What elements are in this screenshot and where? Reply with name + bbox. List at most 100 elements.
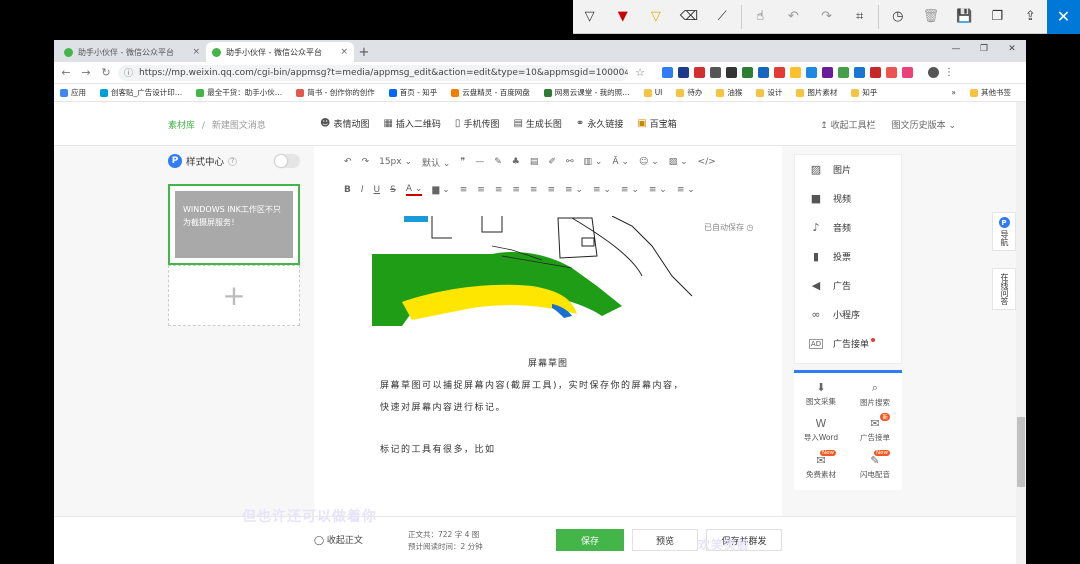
bookmark-item[interactable]: 首页 - 知乎 (388, 87, 437, 98)
float-online-help[interactable]: 在线问答 (992, 268, 1016, 310)
tool-ad-order[interactable]: ✉ 新广告接单 (848, 413, 902, 453)
collapse-toolbar-button[interactable]: ↥ 收起工具栏 (820, 118, 875, 131)
extension-icon[interactable] (710, 67, 721, 78)
insert-ad[interactable]: ◀ 广告 (795, 271, 901, 300)
paragraph[interactable]: 标记的工具有很多，比如 (380, 442, 496, 455)
bookmarks-more[interactable]: » (951, 88, 956, 97)
float-nav[interactable]: P 导航 (992, 212, 1016, 251)
tool-voice-dubbing[interactable]: ✎ New 闪电配音 (848, 449, 902, 490)
tool-emoji-gif[interactable]: ☻ 表情动图 (320, 117, 369, 130)
bookmark-item[interactable]: 简书 - 创作你的创作 (296, 87, 375, 98)
bookmark-folder[interactable]: 待办 (676, 87, 702, 98)
clear-format-icon[interactable]: ♣ (512, 157, 520, 167)
close-icon[interactable]: ✕ (1046, 0, 1080, 34)
code-icon[interactable]: </> (698, 157, 716, 167)
link-icon[interactable]: ⚯ (566, 157, 574, 167)
scrollbar-thumb[interactable] (1017, 417, 1025, 487)
bookmark-star-icon[interactable]: ☆ (632, 66, 648, 79)
redo-icon[interactable]: ↷ (810, 0, 843, 34)
bookmark-folder[interactable]: 图片素材 (796, 87, 837, 98)
bookmark-folder[interactable]: 知乎 (851, 87, 877, 98)
text-style-icon[interactable]: Ā ⌄ (612, 157, 629, 167)
preview-button[interactable]: 预览 (632, 529, 698, 551)
list-icon[interactable]: ≡ (547, 185, 555, 195)
tool-phone-upload[interactable]: ▯ 手机传图 (455, 117, 500, 130)
url-input[interactable]: ⓘ https://mp.weixin.qq.com/cgi-bin/appms… (118, 64, 628, 81)
ordered-list-select[interactable]: ≡ ⌄ (649, 185, 667, 195)
history-icon[interactable]: ◷ (881, 0, 914, 34)
strikethrough-icon[interactable]: S (390, 185, 396, 195)
table-icon[interactable]: ▤ (530, 157, 539, 167)
tool-qrcode[interactable]: ▦ 插入二维码 (383, 117, 440, 130)
back-icon[interactable]: ← (58, 66, 74, 79)
bookmark-item[interactable]: 创客贴_广告设计印… (100, 87, 182, 98)
extension-icon[interactable] (854, 67, 865, 78)
extension-icon[interactable] (678, 67, 689, 78)
undo-icon[interactable]: ↶ (777, 0, 810, 34)
article-card[interactable]: WINDOWS INK工作区不只为截摄屏服务！ (168, 184, 300, 265)
breadcrumb-root[interactable]: 素材库 (168, 121, 195, 131)
bookmark-item[interactable]: 应用 (60, 87, 86, 98)
align-right-icon[interactable]: ≡ (512, 185, 520, 195)
extension-icon[interactable] (870, 67, 881, 78)
collapse-body-toggle[interactable]: ◯ 收起正文 (314, 533, 363, 546)
highlighter-icon[interactable]: ▽ (639, 0, 672, 34)
crop-icon[interactable]: ⌗ (843, 0, 876, 34)
tool-treasure-box[interactable]: ▣ 百宝箱 (637, 117, 676, 130)
extension-icon[interactable] (742, 67, 753, 78)
insert-vote[interactable]: ▮ 投票 (795, 242, 901, 271)
extension-icon[interactable] (902, 67, 913, 78)
background-color-select[interactable]: ▆ ⌄ (432, 185, 449, 195)
pen-down-icon[interactable]: ▽ (573, 0, 606, 34)
info-icon[interactable]: ⓘ (124, 66, 133, 79)
tab-wechat-2[interactable]: 助手小伙伴 - 微信公众平台 × (206, 42, 354, 62)
help-icon[interactable]: ? (228, 156, 238, 166)
bookmark-item[interactable]: 云盘精灵 - 百度网盘 (451, 87, 530, 98)
sketch-image[interactable] (372, 216, 702, 326)
align-justify-icon[interactable]: ≡ (530, 185, 538, 195)
pen-red-icon[interactable]: ▼ (606, 0, 639, 34)
layout-icon[interactable]: ▥ ⌄ (583, 157, 602, 167)
tool-free-materials[interactable]: ✉ New 免费素材 (794, 449, 848, 490)
extension-icon[interactable] (726, 67, 737, 78)
paragraph[interactable]: 快速对屏幕内容进行标记。 (380, 400, 506, 413)
extension-icon[interactable] (886, 67, 897, 78)
extension-icon[interactable] (806, 67, 817, 78)
extension-icon[interactable] (694, 67, 705, 78)
quote-icon[interactable]: ❞ (460, 157, 465, 167)
save-button[interactable]: 保存 (556, 529, 624, 551)
paragraph-spacing-select[interactable]: ≡ ⌄ (621, 185, 639, 195)
tab-wechat-1[interactable]: 助手小伙伴 - 微信公众平台 × (58, 42, 206, 62)
history-version-button[interactable]: 图文历史版本 ⌄ (892, 118, 956, 131)
align-center-icon[interactable]: ≡ (495, 185, 503, 195)
font-family-select[interactable]: 默认 ⌄ (422, 156, 450, 169)
extension-icon[interactable] (662, 67, 673, 78)
align-left-icon[interactable]: ≡ (477, 185, 485, 195)
tab-close-icon[interactable]: × (340, 47, 348, 57)
tool-import-word[interactable]: W 导入Word (794, 417, 848, 453)
indent-icon[interactable]: ≡ (460, 185, 468, 195)
paragraph[interactable]: 屏幕草图可以捕捉屏幕内容(截屏工具)，实时保存你的屏幕内容， (380, 378, 684, 391)
touch-writing-icon[interactable]: ☝ (744, 0, 777, 34)
extension-icon[interactable] (774, 67, 785, 78)
tool-long-image[interactable]: ▤ 生成长图 (513, 117, 561, 130)
window-close-button[interactable]: ✕ (998, 40, 1026, 58)
other-bookmarks[interactable]: 其他书签 (969, 87, 1011, 98)
tool-article-collect[interactable]: ⬇ 图文采集 (794, 381, 848, 417)
add-article-button[interactable]: + (168, 265, 300, 326)
profile-avatar[interactable] (928, 67, 939, 78)
insert-mini-program[interactable]: ∞ 小程序 (795, 300, 901, 329)
extension-icon[interactable] (790, 67, 801, 78)
share-icon[interactable]: ⇪ (1014, 0, 1047, 34)
pencil-icon[interactable]: ✐ (548, 157, 556, 167)
insert-video[interactable]: ■ 视频 (795, 184, 901, 213)
line-height-select[interactable]: ≡ ⌄ (593, 185, 611, 195)
extension-icon[interactable] (758, 67, 769, 78)
bookmark-folder[interactable]: 油猴 (716, 87, 742, 98)
bold-icon[interactable]: B (344, 185, 351, 195)
extension-icon[interactable] (822, 67, 833, 78)
forward-icon[interactable]: → (78, 66, 94, 79)
page-scrollbar[interactable] (1016, 102, 1026, 564)
bookmark-folder[interactable]: UI (643, 88, 662, 97)
bookmark-item[interactable]: 网易云课堂 - 我的照… (543, 87, 630, 98)
